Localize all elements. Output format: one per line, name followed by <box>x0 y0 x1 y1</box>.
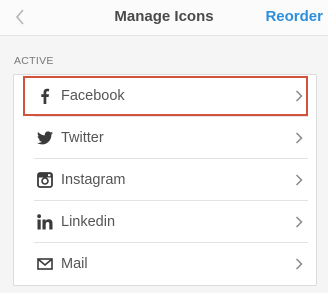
facebook-icon <box>36 87 54 105</box>
list-item-label: Instagram <box>61 171 126 188</box>
section-label-active: ACTIVE <box>14 55 54 67</box>
chevron-right-icon <box>292 172 306 188</box>
manage-icons-screen: Manage Icons Reorder ACTIVE Facebook Twi <box>0 0 328 293</box>
list-item-label: Facebook <box>61 87 125 104</box>
mail-icon <box>36 255 54 273</box>
instagram-icon <box>36 171 54 189</box>
list-item-label: Mail <box>61 256 88 272</box>
chevron-right-icon <box>292 88 306 104</box>
list-item-linkedin[interactable]: Linkedin <box>34 201 308 243</box>
list-item-facebook[interactable]: Facebook <box>34 75 308 117</box>
linkedin-icon <box>36 213 54 231</box>
reorder-button[interactable]: Reorder <box>265 8 323 25</box>
list-item-instagram[interactable]: Instagram <box>34 159 308 201</box>
chevron-right-icon <box>292 256 306 272</box>
icon-list: Facebook Twitter Instagram Linkedin Mail <box>13 74 317 286</box>
list-item-label: Linkedin <box>61 213 116 230</box>
list-item-twitter[interactable]: Twitter <box>34 117 308 159</box>
chevron-right-icon <box>292 130 306 146</box>
list-item-mail[interactable]: Mail <box>34 243 308 285</box>
nav-bar: Manage Icons Reorder <box>0 0 328 36</box>
twitter-icon <box>36 129 54 147</box>
list-item-label: Twitter <box>61 129 104 146</box>
chevron-right-icon <box>292 214 306 230</box>
